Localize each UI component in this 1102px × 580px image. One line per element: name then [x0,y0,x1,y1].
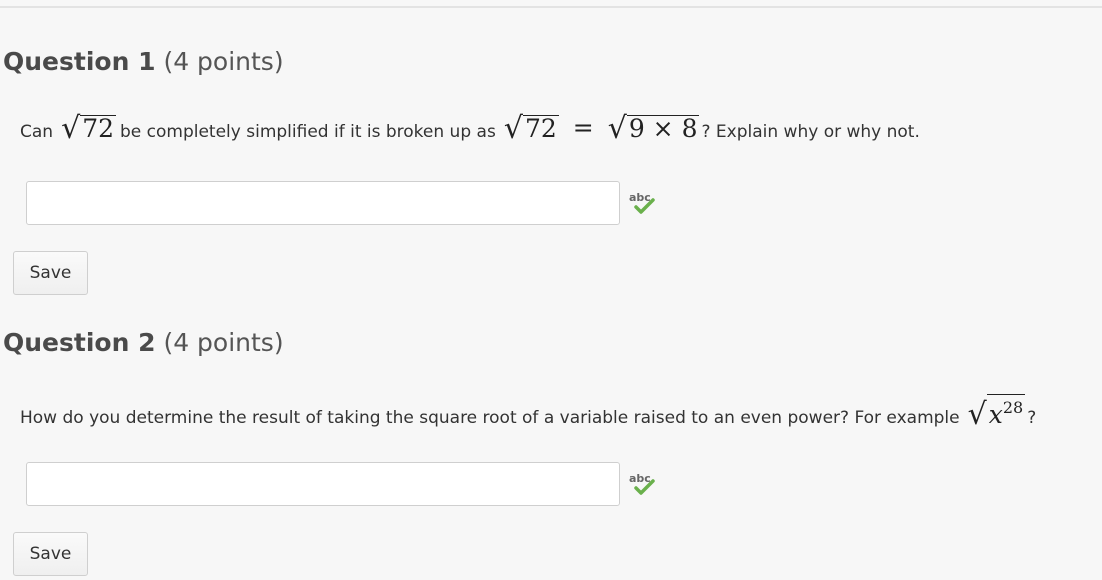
question-1-answer-field[interactable] [26,181,620,225]
question-2-points: (4 points) [163,328,284,357]
question-1-text-part1: Can [20,122,54,142]
question-1-title: Question 1 (4 points) [3,47,284,76]
radical-sign: √ [61,111,81,146]
radicand: 9 × 8 [626,114,700,143]
spellcheck-abc-icon[interactable]: abc [628,190,656,216]
question-1-save-button[interactable]: Save [13,251,88,295]
question-1-number: Question 1 [3,47,156,76]
sqrt-72-expression: √ 72 [61,111,116,146]
radicand: x28 [986,394,1026,429]
question-1-text-part2: be completely simplified if it is broken… [120,122,496,142]
question-2-text-part2: ? [1027,408,1037,428]
variable-x: x [988,400,1003,429]
svg-text:abc: abc [629,472,651,485]
radicand: 72 [80,114,116,143]
question-2-text: How do you determine the result of takin… [20,394,1037,432]
question-2-text-part1: How do you determine the result of takin… [20,408,960,428]
radicand: 72 [522,114,559,143]
radical-sign: √ [607,111,627,146]
question-2-save-button[interactable]: Save [13,532,88,576]
radical-sign: √ [503,111,523,146]
question-1-text-part3: ? Explain why or why not. [701,122,920,142]
question-1-text: Can √ 72 be completely simplified if it … [20,111,920,146]
radical-sign: √ [967,397,987,432]
top-divider [0,0,1102,8]
question-1-points: (4 points) [163,47,284,76]
sqrt-x-28-expression: √ x28 [967,394,1026,432]
question-2-title: Question 2 (4 points) [3,328,284,357]
sqrt-equation: √ 72 = √ 9 × 8 [503,111,700,146]
exponent: 28 [1002,398,1024,417]
spellcheck-abc-icon[interactable]: abc [628,471,656,497]
question-2-number: Question 2 [3,328,156,357]
question-2-answer-field[interactable] [26,462,620,506]
svg-text:abc: abc [629,191,651,204]
equals-sign: = [572,113,594,142]
